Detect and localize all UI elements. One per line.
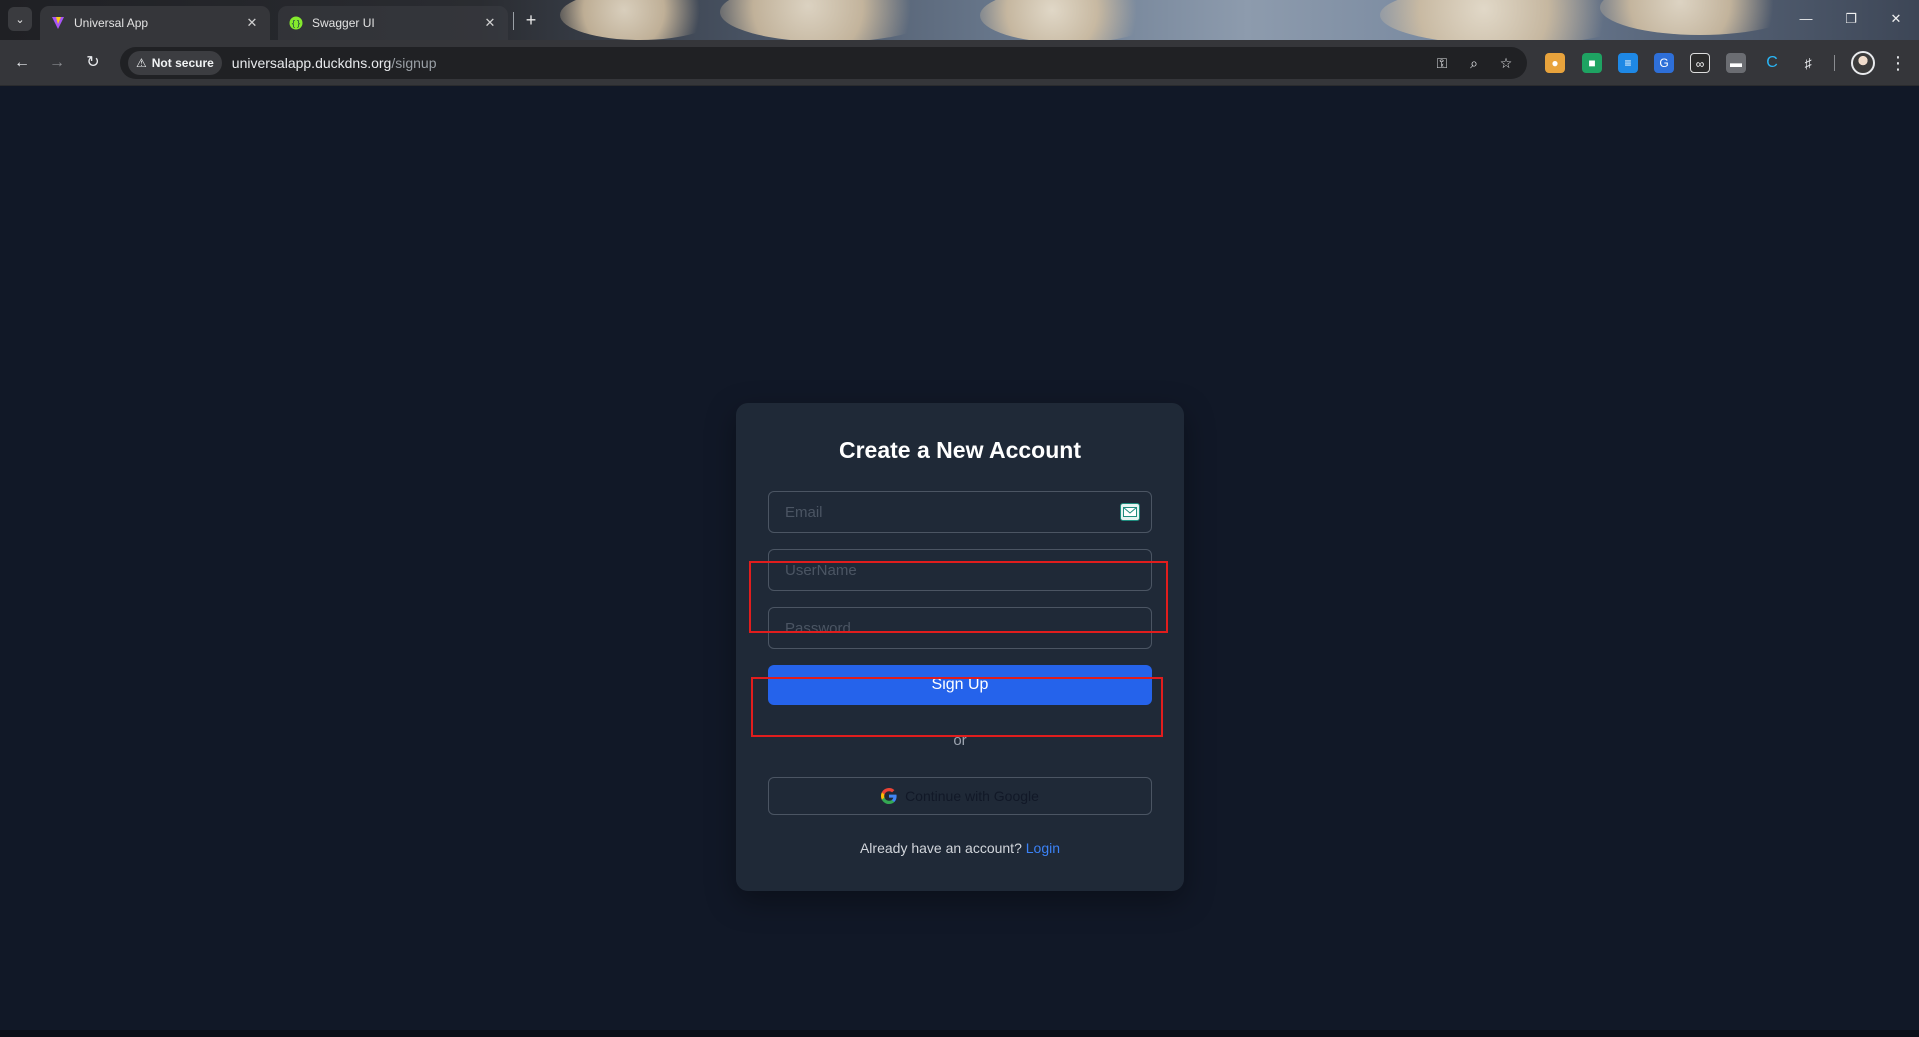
vite-logo-icon [50,15,66,31]
login-prompt-text: Already have an account? [859,840,1022,856]
password-field[interactable] [768,607,1152,649]
security-label: Not secure [151,56,214,70]
bottom-edge [0,1030,1919,1037]
signup-button[interactable]: Sign Up [768,665,1152,705]
password-key-icon[interactable]: ⚿ [1432,53,1452,73]
login-prompt: Already have an account? Login [736,840,1184,856]
close-icon[interactable]: ✕ [482,15,498,31]
extension-glasses-icon[interactable]: ∞ [1690,53,1710,73]
tab-swagger-ui[interactable]: {} Swagger UI ✕ [278,6,508,40]
warning-icon: ⚠ [136,56,147,70]
chevron-down-icon: ⌄ [15,13,25,26]
email-icon [1120,503,1140,521]
restore-button[interactable]: ❐ [1836,8,1866,30]
new-tab-button[interactable]: + [520,9,542,31]
tab-strip: ⌄ Universal App ✕ {} Swagger UI ✕ + — ❐ … [0,0,1919,40]
reload-button[interactable]: ↻ [81,51,105,75]
google-signin-button[interactable]: Continue with Google [768,777,1152,815]
google-button-label: Continue with Google [905,788,1039,804]
extension-c-icon[interactable]: C [1762,53,1782,73]
divider-text: or [953,732,967,749]
page-title: Create a New Account [839,437,1081,463]
extension-translate-icon[interactable]: G [1654,53,1674,73]
url-path: /signup [391,55,437,71]
swagger-logo-icon: {} [288,15,304,31]
url-text[interactable]: universalapp.duckdns.org/signup [232,55,437,71]
extension-card-icon[interactable]: ▬ [1726,53,1746,73]
username-field[interactable] [768,549,1152,591]
tab-universal-app[interactable]: Universal App ✕ [40,6,270,40]
page-background: Create a New Account Sign Up or Continue… [0,87,1919,1030]
email-field[interactable] [768,491,1152,533]
forward-button[interactable]: → [45,51,69,75]
toolbar-divider [1834,55,1835,71]
tab-divider [513,12,514,30]
minimize-button[interactable]: — [1791,8,1821,30]
security-indicator[interactable]: ⚠ Not secure [128,51,222,75]
svg-text:{}: {} [291,19,301,28]
tab-search-button[interactable]: ⌄ [8,7,32,31]
back-button[interactable]: ← [10,51,34,75]
address-bar[interactable]: ⚠ Not secure universalapp.duckdns.org/si… [120,47,1527,79]
more-menu-icon[interactable]: ⋮ [1888,51,1908,75]
tab-title: Universal App [74,16,149,30]
google-g-icon [881,788,897,804]
close-icon[interactable]: ✕ [244,15,260,31]
zoom-icon[interactable]: ⌕ [1464,53,1484,73]
extension-cookie-icon[interactable]: ● [1545,53,1565,73]
login-link[interactable]: Login [1026,840,1060,856]
close-window-button[interactable]: ✕ [1881,8,1911,30]
signup-card: Create a New Account Sign Up or Continue… [736,403,1184,891]
extensions-puzzle-icon[interactable]: ♯ [1798,53,1818,73]
url-host: universalapp.duckdns.org [231,55,392,71]
bookmark-star-icon[interactable]: ☆ [1496,53,1516,73]
extension-folder-icon[interactable]: ■ [1582,53,1602,73]
tab-title: Swagger UI [312,16,375,30]
browser-toolbar: ← → ↻ ⚠ Not secure universalapp.duckdns.… [0,40,1919,86]
extension-sliders-icon[interactable]: ≡ [1618,53,1638,73]
profile-avatar[interactable] [1851,51,1875,75]
